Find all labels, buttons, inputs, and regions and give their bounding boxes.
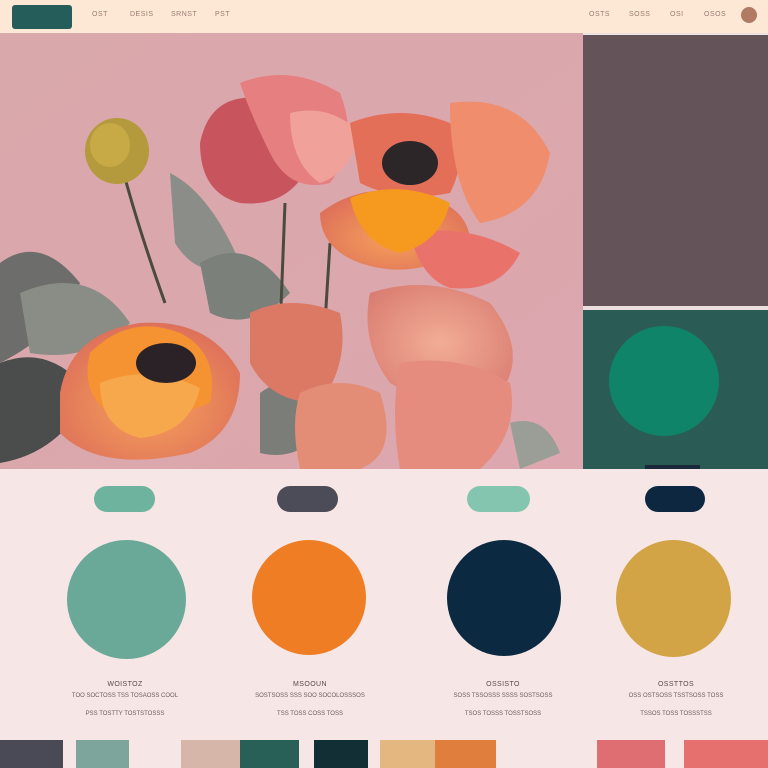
color-swatch-2[interactable]: [252, 540, 366, 655]
strip-color-5[interactable]: [314, 740, 368, 768]
flower-illustration: [0, 33, 583, 469]
color-swatch-4[interactable]: [616, 540, 731, 657]
color-swatch-1[interactable]: [67, 540, 186, 659]
nav-link-2[interactable]: DESIS: [130, 11, 154, 18]
swatch-desc-1a: TOO SOCTOSS TSS TOSAOSS COOL: [71, 693, 179, 699]
strip-color-9[interactable]: [684, 740, 768, 768]
swatch-name-2: MSOOUN: [293, 681, 327, 688]
nav-link-5[interactable]: OSTS: [589, 11, 610, 18]
nav-link-8[interactable]: OSOS: [704, 11, 726, 18]
top-navigation-bar: OST DESIS SRNST PST OSTS SOSS OSI OSOS: [0, 0, 768, 33]
swatch-desc-4b: TSSOS TOSS TOSSSTSS: [640, 711, 712, 717]
nav-link-7[interactable]: OSI: [670, 11, 684, 18]
strip-color-6[interactable]: [380, 740, 435, 768]
dark-color-panel: [583, 33, 768, 309]
strip-color-1[interactable]: [0, 740, 63, 768]
nav-link-3[interactable]: SRNST: [171, 11, 197, 18]
swatch-desc-3b: TSOS TOSSS TOSSTSOSS: [464, 711, 542, 717]
panel-indicator: [645, 465, 700, 469]
nav-link-1[interactable]: OST: [92, 11, 108, 18]
swatch-name-4: OSSTTOS: [657, 681, 695, 688]
green-color-circle[interactable]: [609, 326, 719, 436]
swatch-name-1: WOISTOZ: [107, 681, 143, 688]
swatch-desc-3a: SOSS TSSOSSS SSSS SOSTSOSS: [453, 693, 553, 699]
strip-color-4[interactable]: [240, 740, 299, 768]
color-swatch-3[interactable]: [447, 540, 561, 656]
swatch-pill-3[interactable]: [467, 486, 530, 512]
strip-color-8[interactable]: [597, 740, 665, 768]
strip-color-7[interactable]: [435, 740, 496, 768]
swatch-desc-4a: OSS OSTSOSS TSSTSOSS TOSS: [628, 693, 724, 699]
strip-color-2[interactable]: [76, 740, 129, 768]
strip-color-3[interactable]: [181, 740, 240, 768]
swatch-name-3: OSSISTO: [486, 681, 520, 688]
nav-link-6[interactable]: SOSS: [629, 11, 650, 18]
swatch-desc-2a: SOSTSOSS SSS SOO SOCOLOSSSOS: [255, 693, 365, 699]
brand-logo[interactable]: [12, 5, 72, 29]
swatch-desc-2b: TSS TOSS COSS TOSS: [277, 711, 343, 717]
user-avatar[interactable]: [741, 7, 757, 23]
nav-link-4[interactable]: PST: [215, 11, 230, 18]
swatch-pill-2[interactable]: [277, 486, 338, 512]
swatch-desc-1b: PSS TOSTTY TOSTSTOSSS: [85, 711, 165, 717]
hero-image: [0, 33, 583, 469]
swatch-pill-1[interactable]: [94, 486, 155, 512]
swatch-pill-4[interactable]: [645, 486, 705, 512]
